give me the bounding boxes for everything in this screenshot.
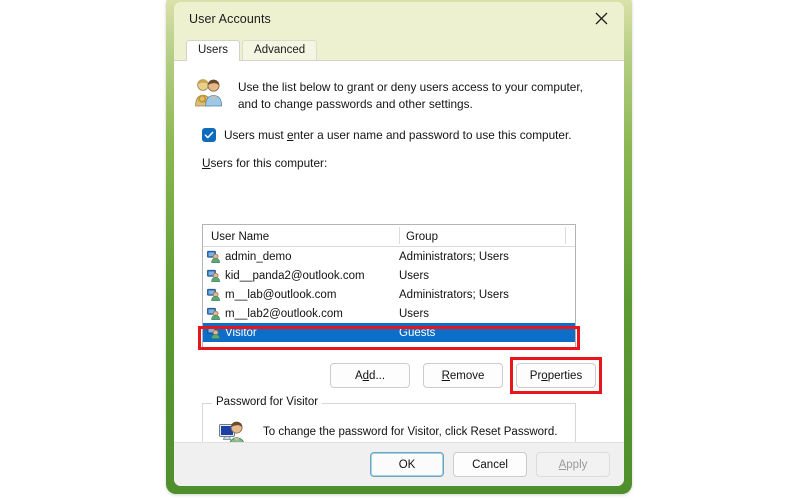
user-name-cell: m__lab2@outlook.com (207, 307, 399, 320)
checkmark-icon (204, 131, 214, 138)
user-group-text: Administrators; Users (399, 288, 509, 301)
user-accounts-dialog: User Accounts Users Advanced Use the lis… (174, 2, 624, 486)
add-button[interactable]: Ad d... (330, 363, 410, 388)
properties-button[interactable]: Pr o perties (516, 363, 596, 388)
require-credentials-checkbox[interactable] (202, 127, 216, 142)
users-list-header: User Name Group (203, 225, 575, 247)
tab-users[interactable]: Users (186, 39, 241, 61)
table-row[interactable]: admin_demo Administrators; Users (203, 247, 575, 266)
column-divider-2[interactable] (565, 227, 566, 244)
window-green-frame: User Accounts Users Advanced Use the lis… (166, 0, 632, 494)
tab-content-users: Use the list below to grant or deny user… (174, 60, 624, 486)
properties-button-label-before: Pr (529, 369, 542, 382)
users-list-rows: admin_demo Administrators; Users kid__pand… (203, 247, 575, 342)
table-row[interactable]: m__lab@outlook.com Administrators; Users (203, 285, 575, 304)
tab-strip: Users Advanced (174, 35, 624, 61)
column-header-user-name[interactable]: User Name (203, 227, 399, 245)
screenshot-stage: User Accounts Users Advanced Use the lis… (0, 0, 800, 500)
remove-button-label-accel: R (441, 369, 450, 382)
ok-button[interactable]: OK (370, 452, 444, 477)
require-credentials-row[interactable]: Users must enter a user name and passwor… (174, 113, 624, 142)
user-name-text: Visitor (225, 326, 257, 339)
column-header-group-label: Group (406, 230, 438, 243)
close-icon[interactable] (582, 3, 620, 34)
password-group-legend: Password for Visitor (212, 396, 323, 408)
user-name-cell: m__lab@outlook.com (207, 288, 399, 301)
users-listbox[interactable]: User Name Group admin_demo Administrators… (202, 224, 576, 348)
apply-button: Apply (536, 452, 610, 477)
user-account-icon (207, 250, 220, 263)
user-name-cell: Visitor (207, 326, 399, 339)
user-name-text: m__lab2@outlook.com (225, 307, 343, 320)
intro-line-2: and to change passwords and other settin… (238, 96, 473, 111)
require-credentials-label: Users must enter a user name and passwor… (224, 128, 572, 142)
apply-button-label-after: pply (566, 458, 588, 471)
table-row[interactable]: Visitor Guests (203, 323, 575, 342)
cancel-button[interactable]: Cancel (453, 452, 527, 477)
intro-line-1: Use the list below to grant or deny user… (238, 80, 583, 94)
intro-block: Use the list below to grant or deny user… (174, 61, 624, 113)
users-key-icon (192, 77, 224, 112)
table-row[interactable]: kid__panda2@outlook.com Users (203, 266, 575, 285)
user-account-icon (207, 326, 220, 339)
properties-button-label-after: perties (547, 369, 583, 382)
properties-button-wrap: Pr o perties (510, 357, 602, 394)
user-group-text: Administrators; Users (399, 250, 509, 263)
user-name-cell: kid__panda2@outlook.com (207, 269, 399, 282)
user-name-text: m__lab@outlook.com (225, 288, 337, 301)
users-list-label: Users for this computer: (174, 142, 624, 170)
checkbox-label-after: nter a user name and password to use thi… (293, 127, 572, 142)
dialog-footer: OK Cancel Apply (174, 442, 624, 486)
column-header-user-name-label: User Name (211, 230, 270, 243)
apply-button-label-accel: A (558, 458, 567, 471)
user-name-text: kid__panda2@outlook.com (225, 269, 365, 282)
intro-text: Use the list below to grant or deny user… (238, 77, 583, 113)
user-account-icon (207, 307, 220, 320)
user-group-text: Users (399, 307, 430, 320)
user-name-text: admin_demo (225, 250, 292, 263)
user-account-icon (207, 269, 220, 282)
user-group-text: Users (399, 269, 430, 282)
add-button-label-after: d... (369, 369, 386, 382)
users-list-label-accel: U (202, 155, 211, 170)
column-divider-1[interactable] (399, 227, 400, 244)
column-header-group[interactable]: Group (399, 227, 575, 245)
users-list-label-rest: sers for this computer: (210, 155, 328, 170)
remove-button-label-after: emove (449, 369, 485, 382)
add-button-label-before: A (354, 369, 363, 382)
checkbox-label-before: Users must (224, 127, 287, 142)
user-name-cell: admin_demo (207, 250, 399, 263)
dialog-titlebar: User Accounts (174, 2, 624, 35)
tab-advanced-label: Advanced (254, 43, 306, 56)
remove-button[interactable]: Remove (423, 363, 503, 388)
tab-users-label: Users (198, 43, 229, 56)
password-instruction-text: To change the password for Visitor, clic… (263, 426, 558, 438)
tab-advanced[interactable]: Advanced (242, 39, 318, 61)
dialog-title: User Accounts (189, 11, 271, 26)
table-row[interactable]: m__lab2@outlook.com Users (203, 304, 575, 323)
list-action-buttons: Ad d... Remove Pr o perties (174, 357, 624, 394)
user-group-text: Guests (399, 326, 436, 339)
user-account-icon (207, 288, 220, 301)
